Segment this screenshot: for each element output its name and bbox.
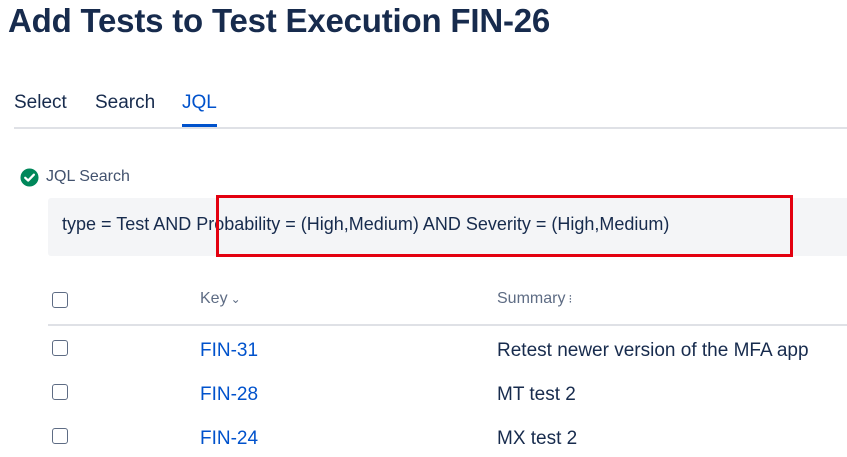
- tab-jql[interactable]: JQL: [182, 90, 217, 127]
- issue-key-link[interactable]: FIN-28: [200, 384, 258, 406]
- jql-query-input[interactable]: type = Test AND Probability = (High,Medi…: [48, 198, 847, 256]
- row-checkbox[interactable]: [52, 340, 68, 356]
- table-row: FIN-24 MX test 2: [48, 414, 847, 457]
- column-header-key-label: Key: [200, 290, 228, 307]
- issue-summary: MT test 2: [497, 384, 576, 405]
- table-row: FIN-31 Retest newer version of the MFA a…: [48, 326, 847, 370]
- page-title: Add Tests to Test Execution FIN-26: [8, 2, 551, 39]
- issue-key-link[interactable]: FIN-31: [200, 340, 258, 362]
- tab-bar: Select Search JQL: [14, 90, 847, 129]
- check-circle-icon: [20, 168, 39, 187]
- sort-icon[interactable]: ⌄: [231, 292, 241, 306]
- tab-search[interactable]: Search: [95, 90, 155, 125]
- column-header-key[interactable]: Key ⌄: [200, 290, 241, 308]
- issue-summary: MX test 2: [497, 428, 578, 449]
- issue-summary: Retest newer version of the MFA app: [497, 340, 809, 361]
- add-tests-dialog: Add Tests to Test Execution FIN-26 Selec…: [0, 0, 847, 457]
- select-all-checkbox[interactable]: [52, 292, 68, 308]
- test-results-table: Key ⌄ Summary ⁝ FIN-31 Retest newer versio…: [48, 278, 847, 457]
- row-checkbox[interactable]: [52, 428, 68, 444]
- issue-key-link[interactable]: FIN-24: [200, 428, 258, 450]
- tab-select[interactable]: Select: [14, 90, 67, 125]
- table-header: Key ⌄ Summary ⁝: [48, 278, 847, 326]
- column-header-summary-label: Summary: [497, 290, 566, 307]
- jql-query-text: type = Test AND Probability = (High,Medi…: [62, 214, 670, 234]
- column-header-summary[interactable]: Summary ⁝: [497, 290, 572, 308]
- row-checkbox[interactable]: [52, 384, 68, 400]
- sort-icon[interactable]: ⁝: [568, 292, 572, 306]
- jql-search-label: JQL Search: [46, 168, 130, 185]
- table-row: FIN-28 MT test 2: [48, 370, 847, 414]
